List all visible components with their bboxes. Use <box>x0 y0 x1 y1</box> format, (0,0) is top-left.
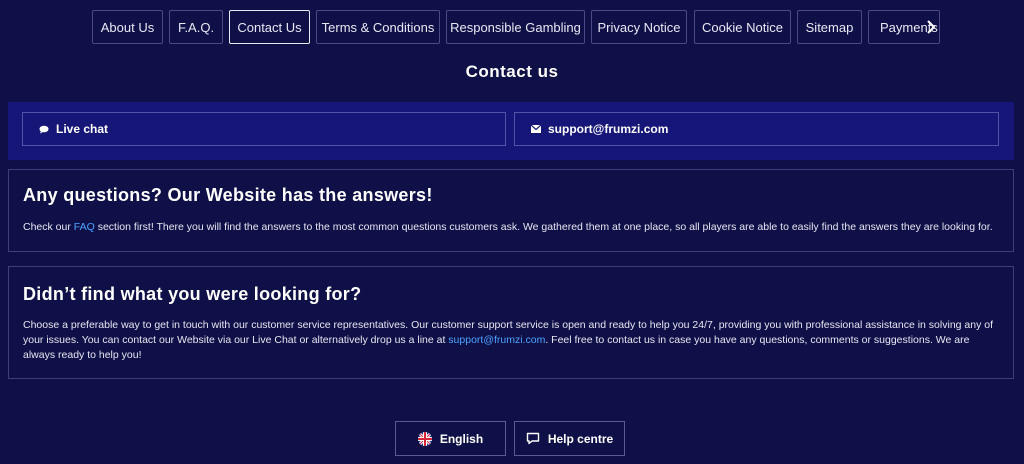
faq-panel: Any questions? Our Website has the answe… <box>8 169 1014 252</box>
email-support-label: support@frumzi.com <box>548 122 669 136</box>
chevron-right-icon[interactable] <box>918 10 944 44</box>
help-centre-label: Help centre <box>547 431 614 446</box>
envelope-icon <box>531 125 541 133</box>
email-support-button[interactable]: support@frumzi.com <box>514 112 999 146</box>
help-panel: Didn’t find what you were looking for? C… <box>8 266 1014 379</box>
tab-sitemap[interactable]: Sitemap <box>797 10 862 44</box>
support-email-link[interactable]: support@frumzi.com <box>448 334 545 346</box>
language-label: English <box>439 431 484 446</box>
help-panel-text: Choose a preferable way to get in touch … <box>23 318 999 363</box>
faq-text-end: section first! There you will find the a… <box>94 221 993 233</box>
tab-faq[interactable]: F.A.Q. <box>169 10 223 44</box>
tab-about-us[interactable]: About Us <box>92 10 163 44</box>
uk-flag-icon <box>417 431 432 446</box>
live-chat-button[interactable]: Live chat <box>22 112 506 146</box>
info-nav-tabs: About Us F.A.Q. Contact Us Terms & Condi… <box>0 10 1024 46</box>
faq-text-start: Check our <box>23 221 74 233</box>
tab-terms-conditions[interactable]: Terms & Conditions <box>316 10 440 44</box>
page-title: Contact us <box>465 62 559 81</box>
tab-responsible-gambling[interactable]: Responsible Gambling <box>446 10 585 44</box>
chat-bubble-outline-icon <box>526 432 540 445</box>
tab-cookie-notice[interactable]: Cookie Notice <box>694 10 791 44</box>
help-panel-heading: Didn’t find what you were looking for? <box>23 284 362 304</box>
chat-bubble-icon <box>39 125 49 133</box>
faq-panel-text: Check our FAQ section first! There you w… <box>23 220 999 235</box>
contact-options: Live chat support@frumzi.com <box>8 102 1014 160</box>
faq-panel-heading: Any questions? Our Website has the answe… <box>23 185 433 205</box>
tab-contact-us[interactable]: Contact Us <box>229 10 310 44</box>
faq-link[interactable]: FAQ <box>74 221 95 233</box>
help-centre-button[interactable]: Help centre <box>514 421 625 456</box>
live-chat-label: Live chat <box>56 122 109 136</box>
tab-privacy-notice[interactable]: Privacy Notice <box>591 10 687 44</box>
language-selector-button[interactable]: English <box>395 421 506 456</box>
